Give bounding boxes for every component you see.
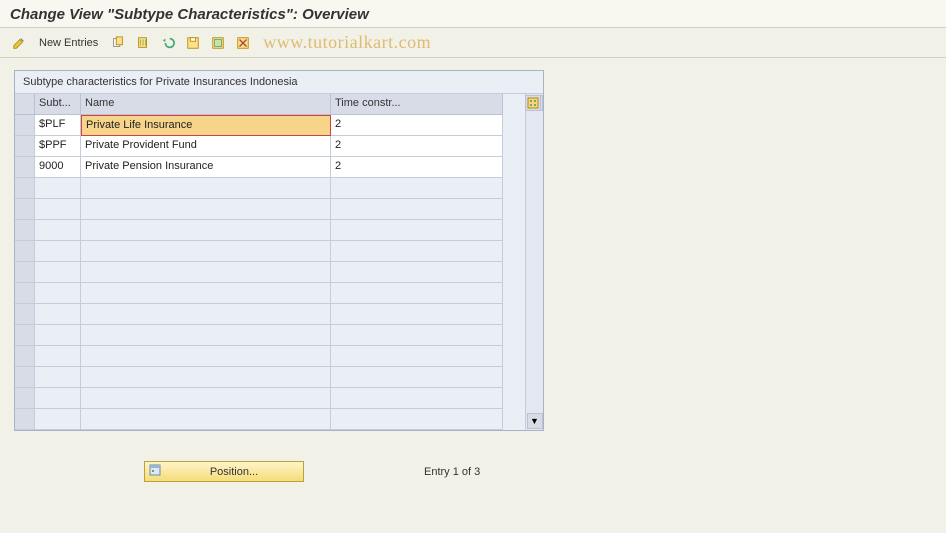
table-row-empty [15,262,525,283]
table-row: 9000 Private Pension Insurance 2 [15,157,525,178]
row-selector[interactable] [15,178,35,199]
table-row-empty [15,367,525,388]
row-selector[interactable] [15,241,35,262]
vertical-scrollbar[interactable]: ▲ ▼ [525,94,543,430]
page-title: Change View "Subtype Characteristics": O… [10,6,936,23]
scroll-down-icon[interactable]: ▼ [527,413,543,429]
row-selector[interactable] [15,409,35,430]
content-area: Subtype characteristics for Private Insu… [0,58,946,494]
copy-icon[interactable] [107,33,129,53]
cell-tc[interactable]: 2 [331,157,503,178]
table-row: $PPF Private Provident Fund 2 [15,136,525,157]
delete-icon[interactable] [132,33,154,53]
deselect-all-icon[interactable] [232,33,254,53]
cell-subtype[interactable]: 9000 [35,157,81,178]
table-row-empty [15,346,525,367]
position-button[interactable]: Position... [144,461,304,482]
new-entries-button[interactable]: New Entries [33,33,104,53]
col-header-subtype[interactable]: Subt... [35,94,81,115]
row-selector[interactable] [15,220,35,241]
row-selector[interactable] [15,199,35,220]
row-selector[interactable] [15,136,35,157]
row-selector[interactable] [15,367,35,388]
table-row-empty [15,283,525,304]
col-header-time-constraint[interactable]: Time constr... [331,94,503,115]
cell-tc[interactable]: 2 [331,136,503,157]
cell-tc[interactable]: 2 [331,115,503,136]
undo-icon[interactable] [157,33,179,53]
row-selector-header [15,94,35,115]
table-row-empty [15,388,525,409]
col-header-name[interactable]: Name [81,94,331,115]
row-selector[interactable] [15,262,35,283]
row-selector[interactable] [15,115,35,136]
table-row-empty [15,304,525,325]
row-selector[interactable] [15,157,35,178]
toolbar: New Entries www.tutorialkart.com [0,28,946,58]
table-row-empty [15,241,525,262]
row-selector[interactable] [15,346,35,367]
table-row-empty [15,199,525,220]
cell-name[interactable]: Private Pension Insurance [81,157,331,178]
cell-name[interactable]: Private Provident Fund [81,136,331,157]
footer-bar: Position... Entry 1 of 3 [14,461,932,482]
cell-name[interactable]: Private Life Insurance [81,115,331,136]
data-grid: Subt... Name Time constr... $PLF Private… [15,94,525,430]
position-icon [145,464,165,479]
group-title: Subtype characteristics for Private Insu… [15,71,543,94]
cell-subtype[interactable]: $PLF [35,115,81,136]
edit-icon[interactable] [8,33,30,53]
table-row: $PLF Private Life Insurance 2 [15,115,525,136]
table-settings-icon[interactable] [525,95,541,111]
row-selector[interactable] [15,325,35,346]
table-group: Subtype characteristics for Private Insu… [14,70,544,431]
save-icon[interactable] [182,33,204,53]
row-selector[interactable] [15,283,35,304]
grid-header-row: Subt... Name Time constr... [15,94,525,115]
page-header: Change View "Subtype Characteristics": O… [0,0,946,28]
table-row-empty [15,220,525,241]
position-button-label: Position... [165,466,303,478]
cell-subtype[interactable]: $PPF [35,136,81,157]
select-all-icon[interactable] [207,33,229,53]
entry-counter: Entry 1 of 3 [424,466,480,478]
table-row-empty [15,325,525,346]
row-selector[interactable] [15,388,35,409]
table-row-empty [15,178,525,199]
table-row-empty [15,409,525,430]
watermark-text: www.tutorialkart.com [263,32,431,53]
row-selector[interactable] [15,304,35,325]
